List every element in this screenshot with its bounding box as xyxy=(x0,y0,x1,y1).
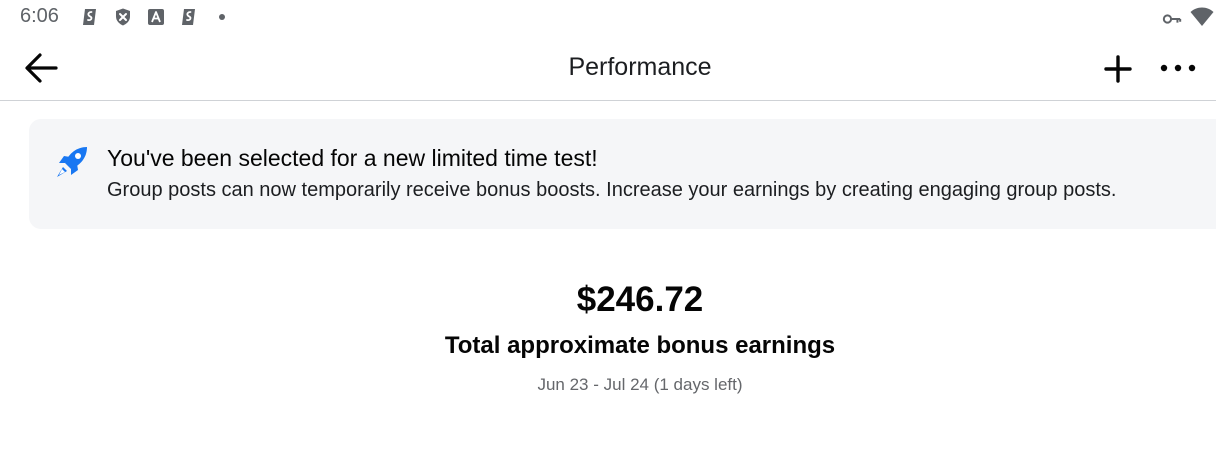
app-header: Performance xyxy=(0,36,1216,101)
more-horizontal-icon xyxy=(1160,64,1196,72)
notification-dot-icon xyxy=(219,14,225,20)
vpn-app-icon-2 xyxy=(182,9,195,25)
earnings-amount: $246.72 xyxy=(576,280,704,319)
plus-icon xyxy=(1104,55,1132,83)
status-time: 6:06 xyxy=(20,5,59,27)
wifi-icon xyxy=(1190,7,1214,26)
earnings-label: Total approximate bonus earnings xyxy=(444,332,836,359)
more-options-button[interactable] xyxy=(1158,56,1198,80)
status-bar: 6:06 xyxy=(0,0,1216,36)
banner-description: Group posts can now temporarily receive … xyxy=(107,179,1117,201)
rocket-icon xyxy=(57,147,87,177)
earnings-date-range: Jun 23 - Jul 24 (1 days left) xyxy=(537,375,743,394)
banner-title: You've been selected for a new limited t… xyxy=(107,145,598,171)
page-title: Performance xyxy=(568,53,712,81)
vpn-app-icon xyxy=(83,9,96,25)
limited-test-banner: You've been selected for a new limited t… xyxy=(29,119,1216,229)
shield-x-icon xyxy=(116,8,130,26)
key-icon xyxy=(1162,14,1182,24)
add-button[interactable] xyxy=(1101,52,1135,86)
font-a-icon xyxy=(148,9,164,25)
